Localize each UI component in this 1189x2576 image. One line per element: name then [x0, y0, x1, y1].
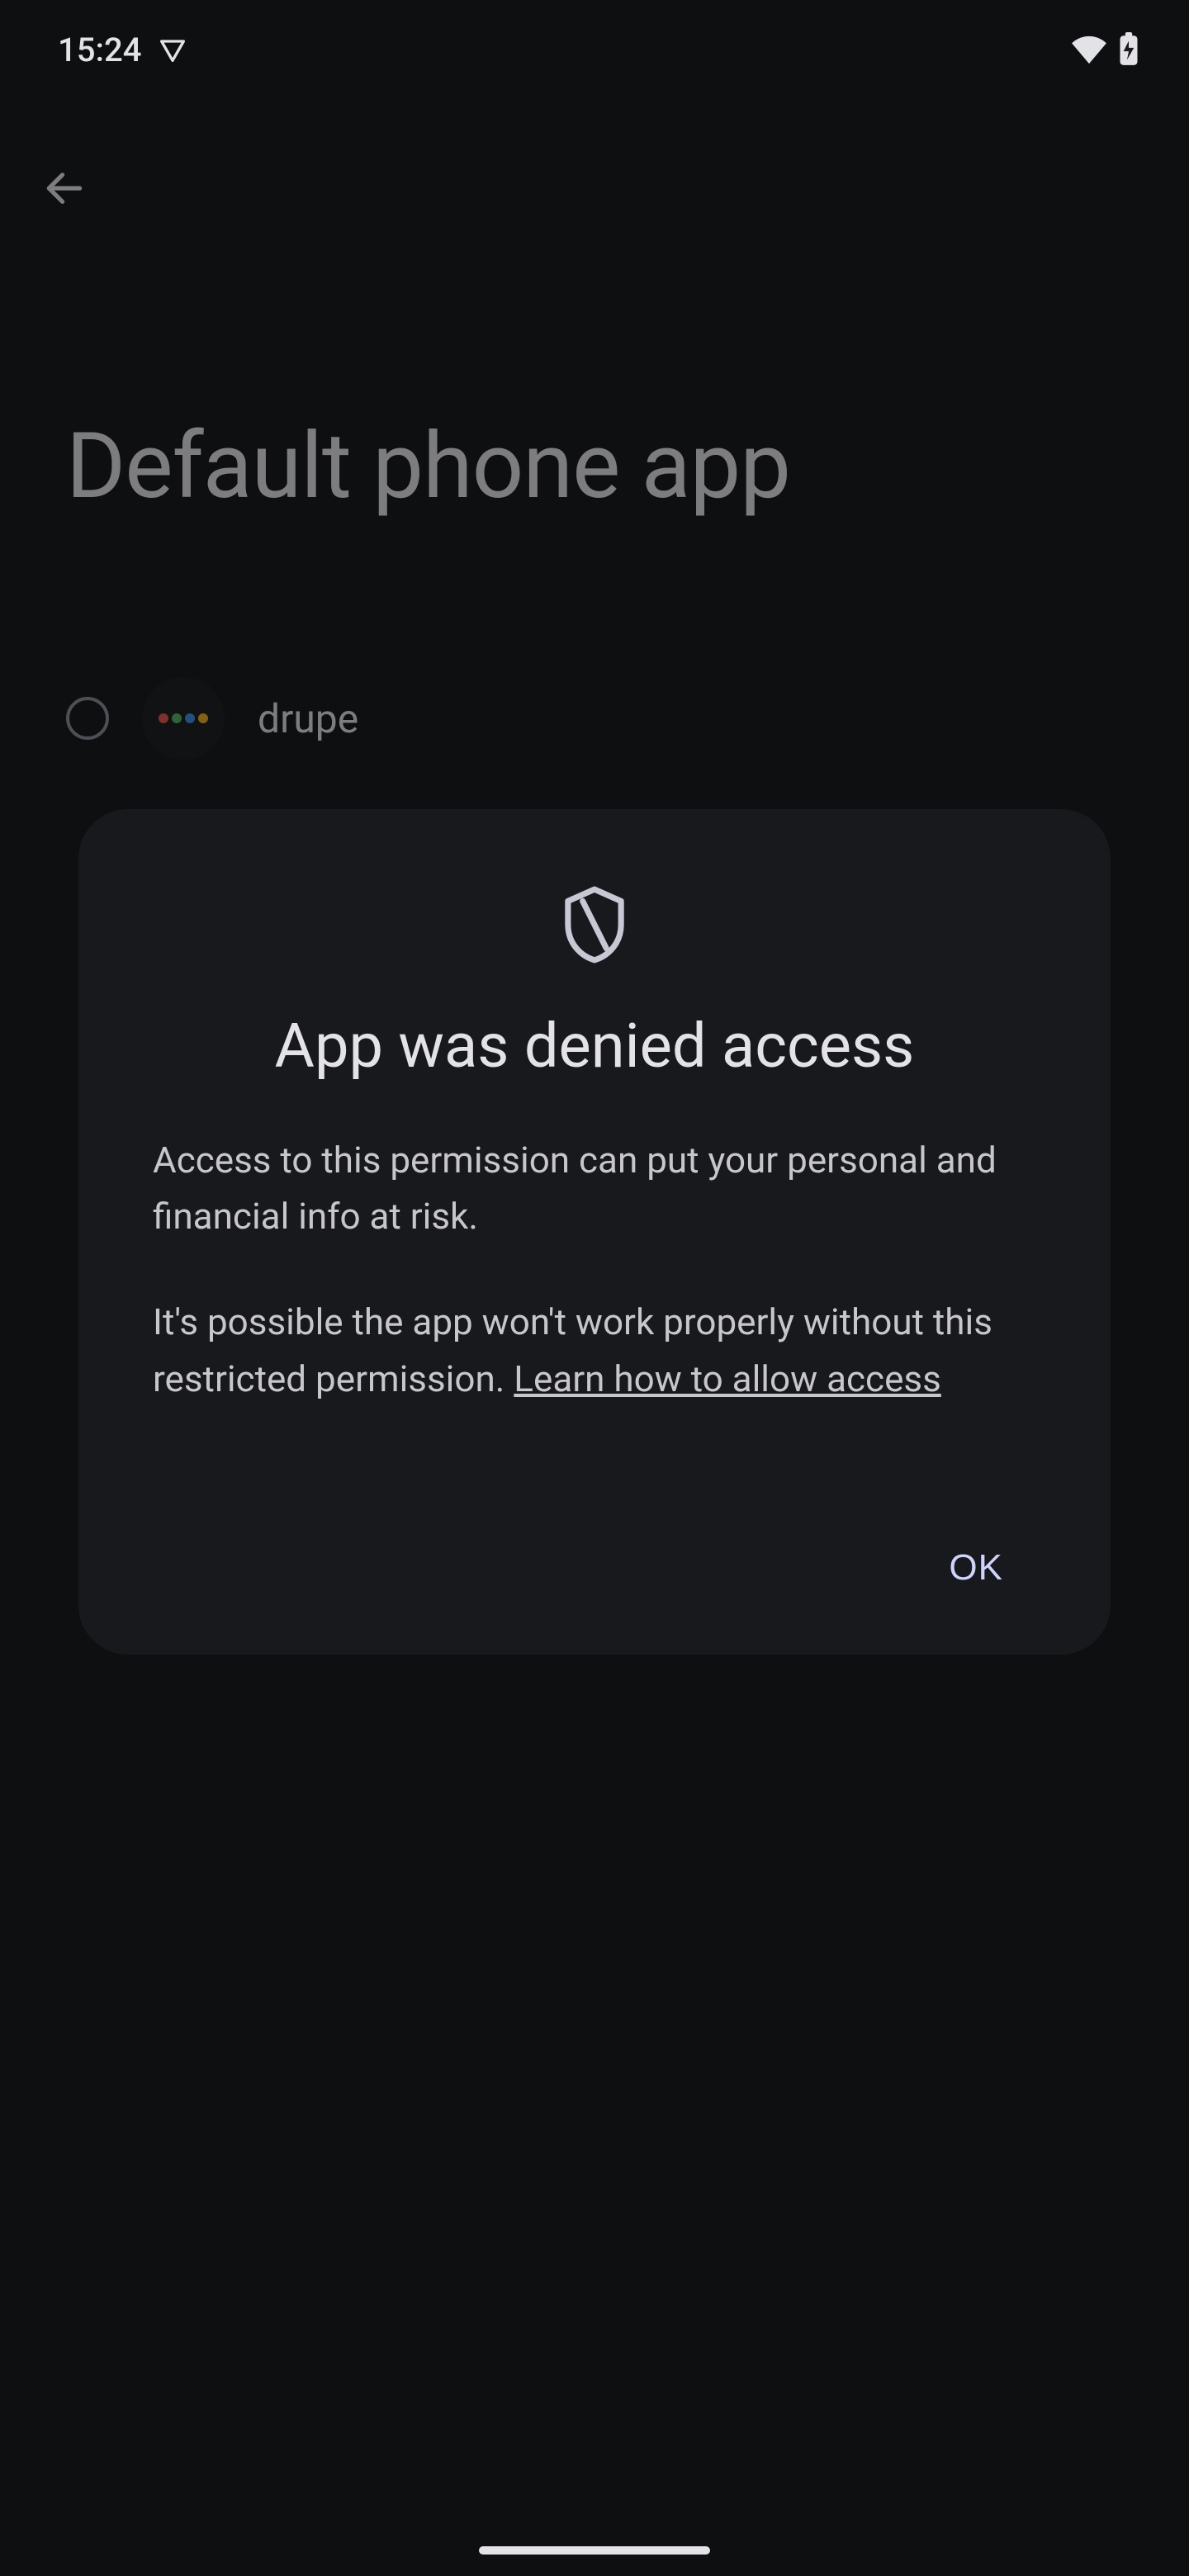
- dialog-body: Access to this permission can put your p…: [153, 1132, 1036, 1407]
- permission-denied-dialog-layer: App was denied access Access to this per…: [0, 0, 1189, 2576]
- dialog-body-paragraph-2: It's possible the app won't work properl…: [153, 1294, 1036, 1406]
- dialog-title: App was denied access: [153, 1011, 1036, 1082]
- ok-button[interactable]: OK: [916, 1531, 1036, 1605]
- dialog-body-paragraph-1: Access to this permission can put your p…: [153, 1132, 1036, 1244]
- gesture-bar[interactable]: [479, 2546, 710, 2555]
- triangle-down-icon: [156, 33, 189, 66]
- shield-outline-icon: [557, 883, 632, 969]
- learn-how-to-allow-access-link[interactable]: Learn how to allow access: [514, 1357, 941, 1400]
- status-time: 15:24: [58, 31, 141, 69]
- wifi-icon: [1070, 34, 1108, 65]
- battery-charging-icon: [1118, 32, 1139, 67]
- permission-denied-dialog: App was denied access Access to this per…: [78, 809, 1111, 1655]
- status-bar: 15:24: [0, 0, 1189, 99]
